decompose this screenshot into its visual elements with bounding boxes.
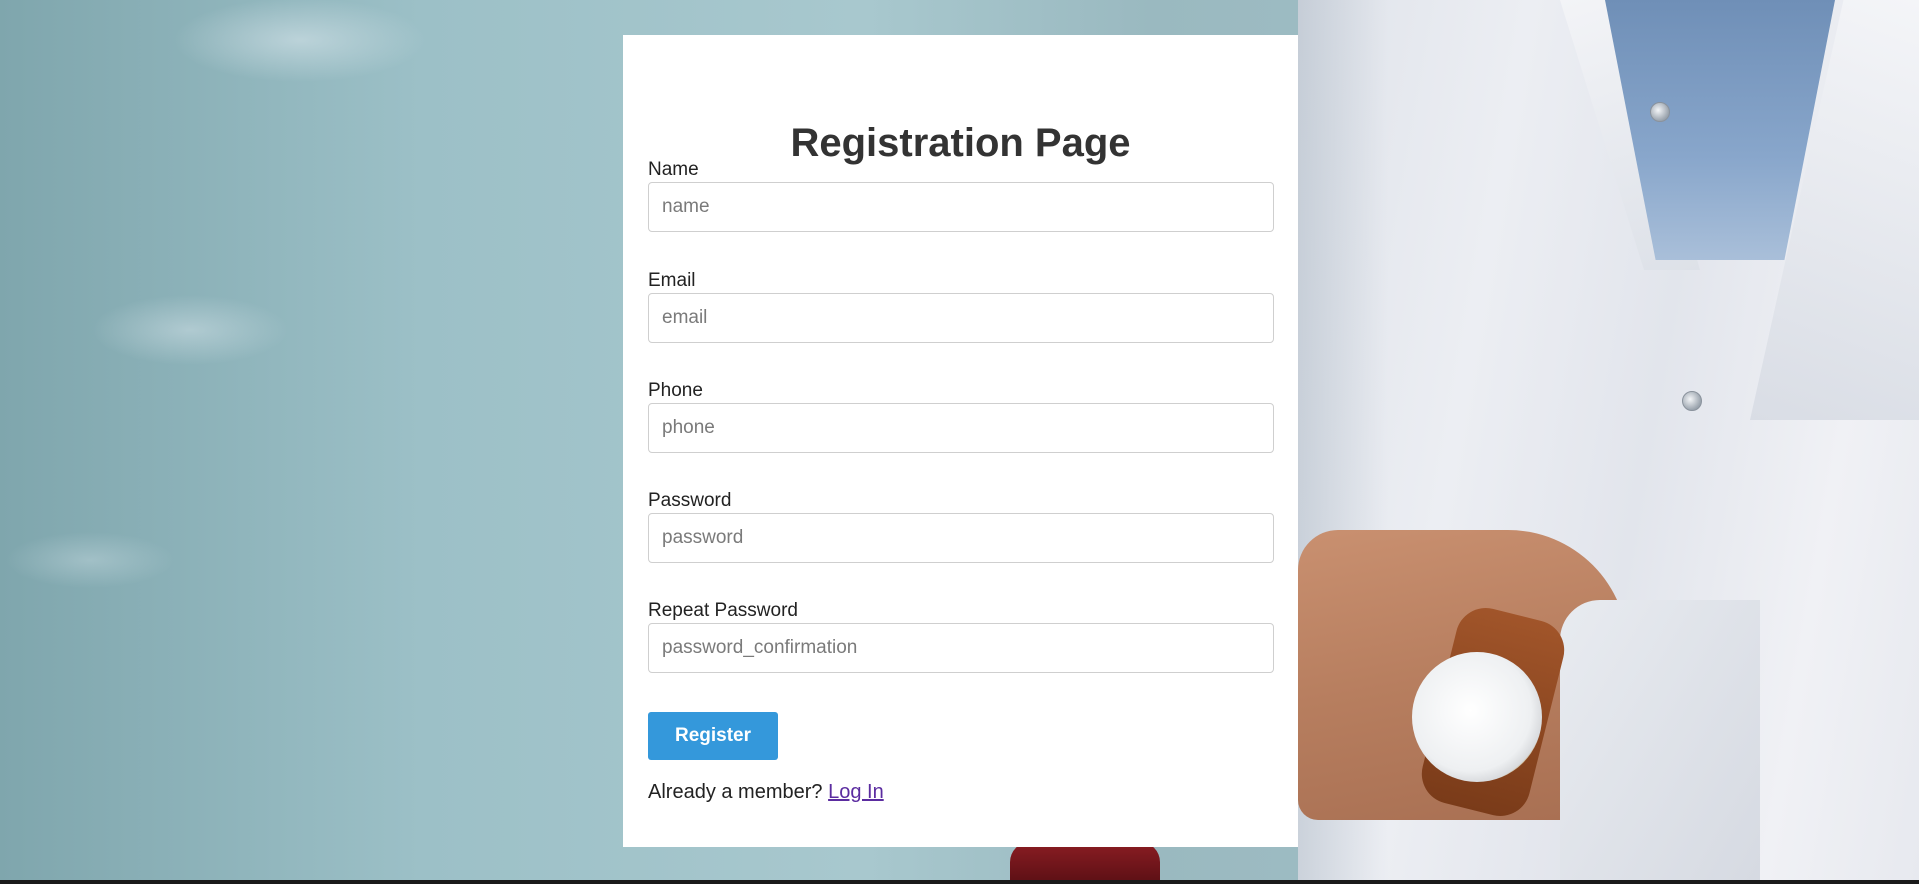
name-input[interactable] <box>648 182 1274 232</box>
page-title: Registration Page <box>790 121 1131 165</box>
email-label: Email <box>648 270 696 291</box>
stethoscope <box>1010 842 1160 880</box>
email-input[interactable] <box>648 293 1274 343</box>
coat-button <box>1650 102 1670 122</box>
coat-sleeve <box>1560 600 1760 880</box>
name-label: Name <box>648 159 699 180</box>
registration-card: Registration Page Name Email Phone Passw… <box>623 35 1298 847</box>
repeat-password-label: Repeat Password <box>648 600 798 621</box>
watch-face <box>1412 652 1542 782</box>
register-button[interactable]: Register <box>648 712 778 760</box>
repeat-password-input[interactable] <box>648 623 1274 673</box>
login-prompt-text: Already a member? <box>648 781 823 803</box>
password-input[interactable] <box>648 513 1274 563</box>
phone-input[interactable] <box>648 403 1274 453</box>
login-link[interactable]: Log In <box>828 781 884 803</box>
login-prompt: Already a member? Log In <box>648 780 884 804</box>
coat-button <box>1682 391 1702 411</box>
password-label: Password <box>648 490 732 511</box>
phone-label: Phone <box>648 380 703 401</box>
